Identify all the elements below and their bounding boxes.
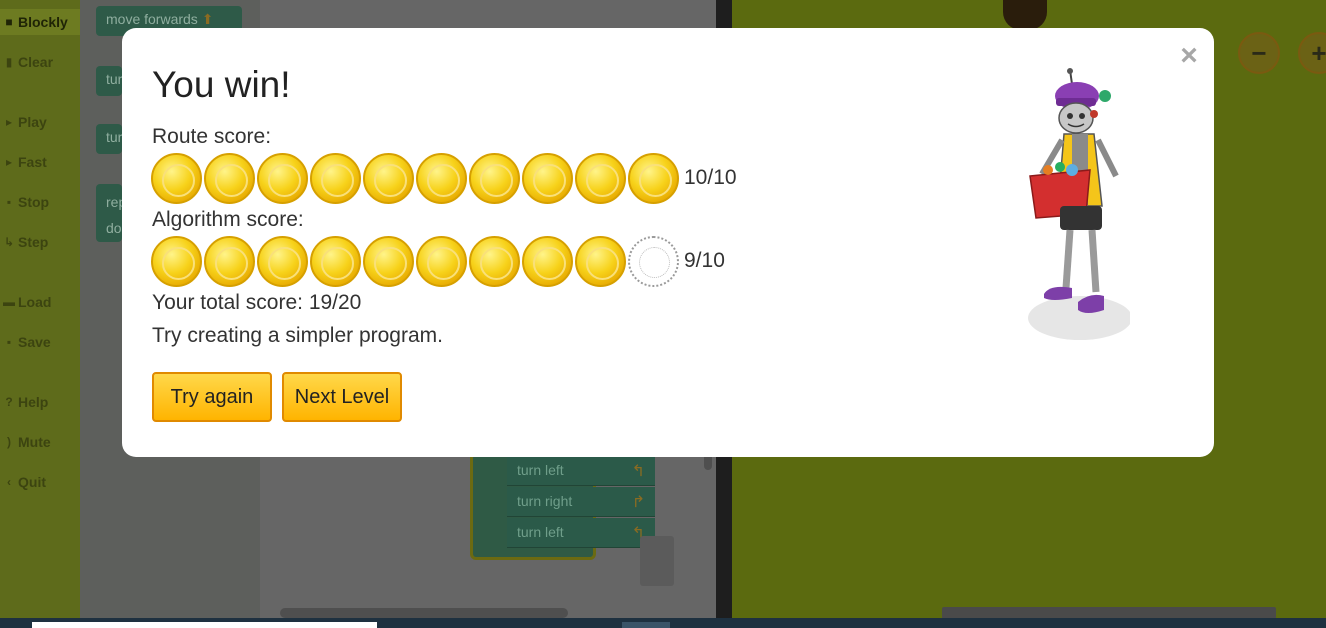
gold-coin-icon — [416, 236, 467, 287]
taskbar-search[interactable] — [32, 622, 377, 628]
block-label: rep — [106, 194, 122, 210]
gold-coin-icon — [575, 153, 626, 204]
sidebar-item-label: Clear — [18, 54, 54, 70]
gold-coin-icon — [363, 236, 414, 287]
block-label: turn right — [517, 493, 573, 509]
gold-coin-icon — [416, 153, 467, 204]
sidebar-item-label: Quit — [18, 474, 46, 490]
sidebar-item-stop[interactable]: ▪ Stop — [0, 189, 80, 215]
sidebar-item-label: Load — [18, 294, 52, 310]
folder-icon: ▬ — [3, 295, 15, 309]
sidebar-item-mute[interactable]: ) Mute — [0, 429, 80, 455]
algorithm-score-coins — [151, 236, 679, 287]
sidebar-item-label: Blockly — [18, 14, 68, 30]
workspace-block-turn-left[interactable]: turn left ↰ — [507, 518, 655, 548]
gold-coin-icon — [522, 153, 573, 204]
sidebar-item-label: Save — [18, 334, 51, 350]
route-score-value: 10/10 — [684, 166, 737, 189]
gold-coin-icon — [469, 236, 520, 287]
route-score-coins — [151, 153, 679, 204]
gold-coin-icon — [204, 153, 255, 204]
close-icon[interactable]: × — [1176, 41, 1202, 71]
stop-icon: ▪ — [6, 195, 12, 209]
gold-coin-icon — [257, 153, 308, 204]
minus-icon: − — [1251, 37, 1267, 68]
sidebar-item-step[interactable]: ↳ Step — [0, 229, 80, 255]
puzzle-icon: ■ — [5, 15, 13, 29]
speaker-icon: ) — [7, 435, 11, 449]
route-score-label: Route score: — [152, 125, 272, 148]
tree-icon — [1003, 0, 1047, 30]
gold-coin-icon — [151, 153, 202, 204]
trash-can-icon[interactable] — [640, 536, 674, 586]
block-label: turn left — [517, 524, 564, 540]
algorithm-score-label: Algorithm score: — [152, 208, 304, 231]
save-icon: ▪ — [6, 335, 12, 349]
sidebar-item-fast[interactable]: ▸ Fast — [0, 149, 80, 175]
fast-forward-icon: ▸ — [5, 155, 13, 169]
dialog-title: You win! — [152, 64, 291, 105]
trash-icon: ▮ — [5, 55, 13, 69]
sidebar-item-quit[interactable]: ‹ Quit — [0, 469, 80, 495]
sidebar-item-load[interactable]: ▬ Load — [0, 289, 80, 315]
turn-right-arrow-icon: ↱ — [631, 494, 645, 511]
workspace-horizontal-scrollbar[interactable] — [280, 608, 568, 618]
gold-coin-icon — [204, 236, 255, 287]
workspace-block-turn-right[interactable]: turn right ↱ — [507, 487, 655, 517]
sidebar-item-label: Mute — [18, 434, 51, 450]
gold-coin-icon — [469, 153, 520, 204]
sidebar-item-save[interactable]: ▪ Save — [0, 329, 80, 355]
plus-icon: + — [1311, 37, 1326, 68]
toolbox-block-turn[interactable]: tur — [96, 124, 122, 154]
gold-coin-icon — [310, 236, 361, 287]
sidebar-item-label: Help — [18, 394, 49, 410]
gold-coin-icon — [310, 153, 361, 204]
play-icon: ▸ — [5, 115, 13, 129]
sidebar-item-label: Stop — [18, 194, 50, 210]
gold-coin-icon — [151, 236, 202, 287]
algorithm-score-value: 9/10 — [684, 249, 725, 272]
quit-icon: ‹ — [7, 475, 11, 489]
sidebar-item-label: Fast — [18, 154, 47, 170]
total-score-text: Your total score: 19/20 — [152, 291, 362, 314]
step-icon: ↳ — [3, 235, 15, 249]
robot-mascot-icon — [1028, 68, 1130, 340]
toolbox-block-repeat[interactable]: rep do — [96, 184, 122, 242]
turn-left-arrow-icon: ↰ — [631, 463, 645, 480]
next-level-button[interactable]: Next Level — [282, 372, 402, 422]
sidebar: ■ Blockly ▮ Clear ▸ Play ▸ Fast ▪ Stop ↳ Step … — [0, 0, 80, 628]
sidebar-item-help[interactable]: ? Help — [0, 389, 80, 415]
taskbar-app[interactable] — [622, 622, 670, 628]
gold-coin-icon — [628, 153, 679, 204]
empty-coin-icon — [628, 236, 679, 287]
sidebar-item-label: Step — [18, 234, 49, 250]
sidebar-item-blockly[interactable]: ■ Blockly — [0, 9, 80, 35]
sidebar-item-play[interactable]: ▸ Play — [0, 109, 80, 135]
toolbox-block-turn[interactable]: tur — [96, 66, 122, 96]
block-label: do — [106, 220, 122, 236]
hint-text: Try creating a simpler program. — [152, 324, 443, 347]
help-icon: ? — [5, 395, 13, 409]
gold-coin-icon — [522, 236, 573, 287]
block-label: turn left — [517, 462, 564, 478]
block-label: tur — [106, 71, 122, 87]
block-label: tur — [106, 129, 122, 145]
zoom-out-button[interactable]: − — [1238, 32, 1280, 74]
gold-coin-icon — [363, 153, 414, 204]
sidebar-item-clear[interactable]: ▮ Clear — [0, 49, 80, 75]
try-again-button[interactable]: Try again — [152, 372, 272, 422]
gold-coin-icon — [257, 236, 308, 287]
block-label: move forwards — [106, 11, 198, 27]
workspace-block-turn-left[interactable]: turn left ↰ — [507, 456, 655, 486]
arrow-up-icon: ⬆ — [201, 11, 214, 27]
sidebar-item-label: Play — [18, 114, 47, 130]
gold-coin-icon — [575, 236, 626, 287]
